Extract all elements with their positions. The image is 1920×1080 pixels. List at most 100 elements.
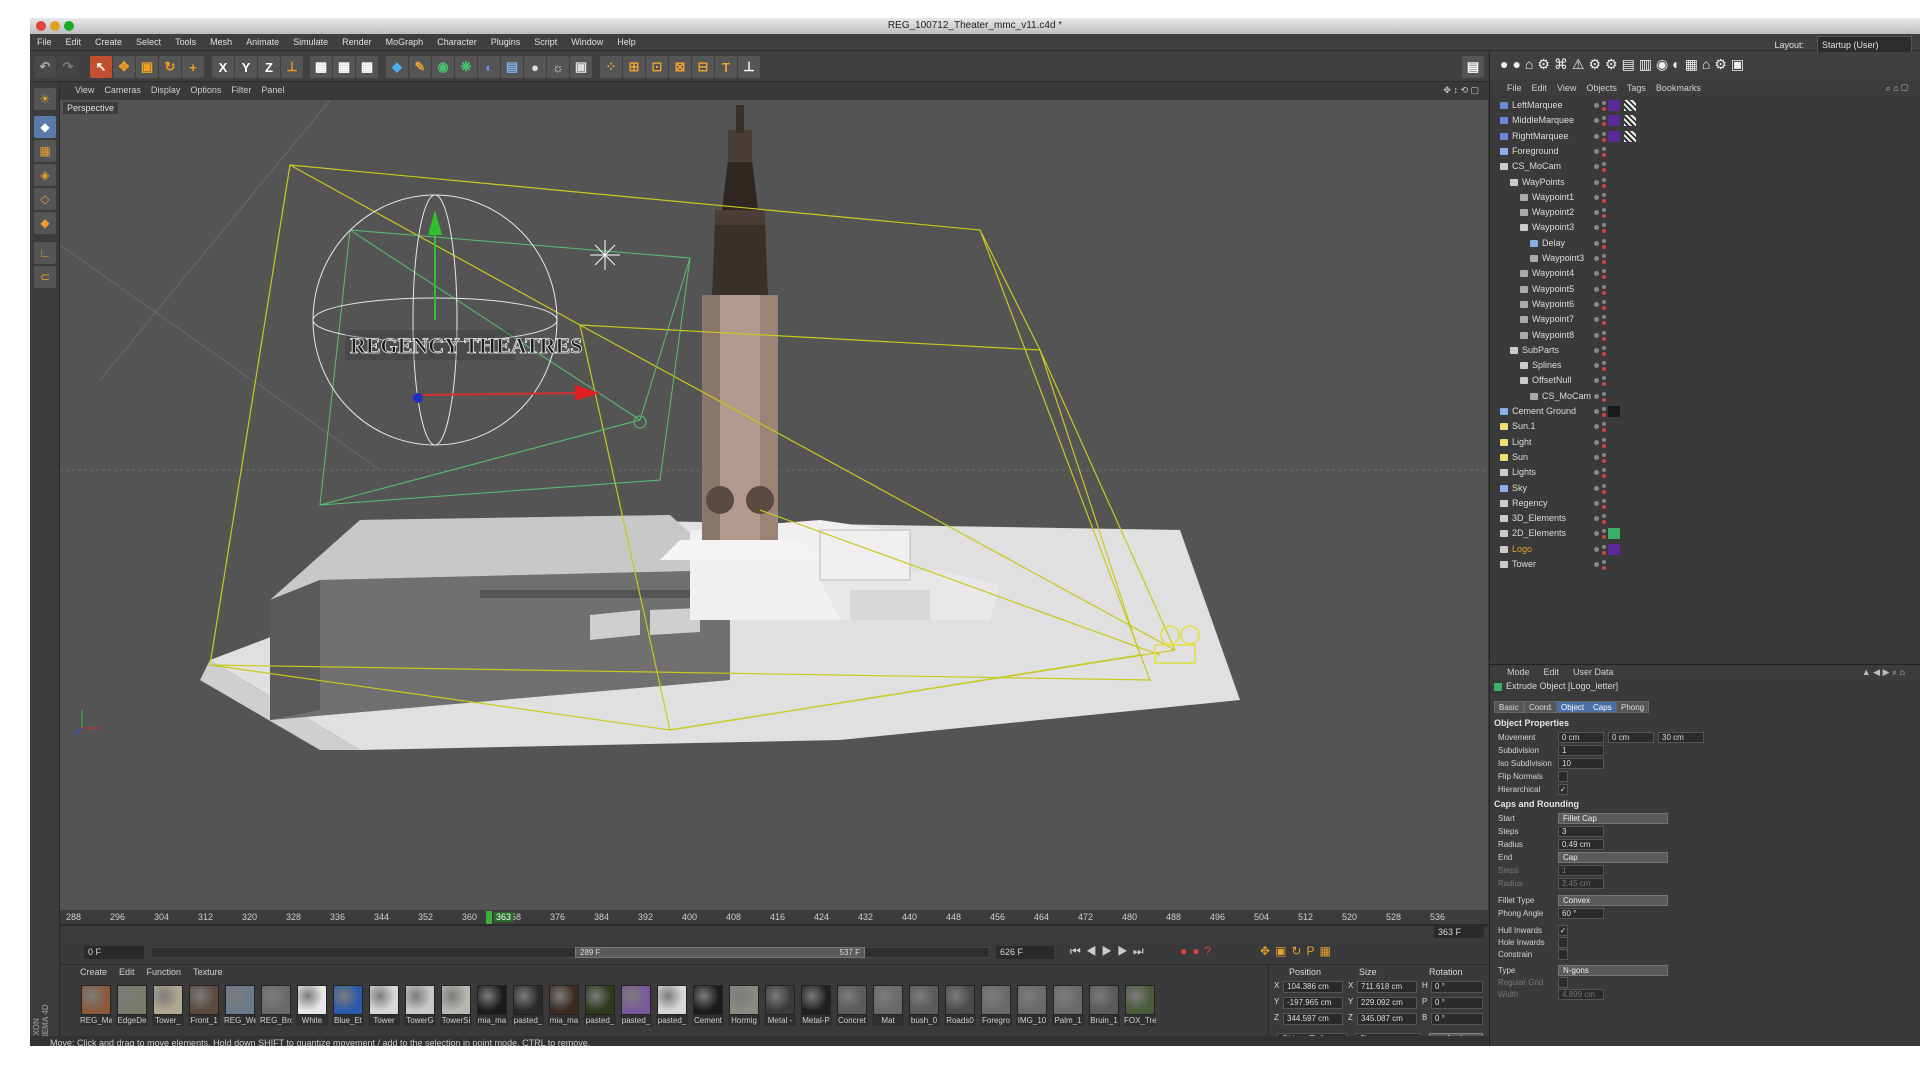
layer-dot[interactable]	[1594, 301, 1599, 307]
editor-visibility-dot[interactable]	[1602, 177, 1606, 182]
iso-subdivision-field[interactable]: 10	[1558, 758, 1604, 769]
editor-visibility-dot[interactable]	[1602, 544, 1606, 549]
render-visibility-dot[interactable]	[1602, 550, 1606, 555]
deformer-icon[interactable]: ◐	[478, 56, 500, 78]
layer-dot[interactable]	[1594, 546, 1599, 552]
render-visibility-dot[interactable]	[1602, 198, 1606, 203]
obj-menu-view[interactable]: View	[1552, 80, 1581, 96]
size-field[interactable]: 229.092 cm	[1357, 997, 1417, 1009]
workplane-icon[interactable]: ∟	[34, 242, 56, 264]
material-tag-icon[interactable]	[1608, 543, 1620, 555]
obj-menu-file[interactable]: File	[1502, 80, 1527, 96]
object-row[interactable]: Sky	[1490, 481, 1920, 496]
live-selection-icon[interactable]: ↖	[90, 56, 112, 78]
object-name[interactable]: Logo	[1512, 542, 1532, 557]
viewport-menu-options[interactable]: Options	[185, 82, 226, 98]
editor-visibility-dot[interactable]	[1602, 361, 1606, 366]
object-row[interactable]: Waypoint6	[1490, 297, 1920, 312]
render-view-icon[interactable]: ▦	[310, 56, 332, 78]
current-frame-field[interactable]: 363 F	[1434, 926, 1484, 938]
render-visibility-dot[interactable]	[1602, 566, 1606, 570]
object-row[interactable]: LeftMarquee	[1490, 98, 1920, 113]
camera-icon[interactable]: ●	[524, 56, 546, 78]
layer-dot[interactable]	[1594, 562, 1599, 567]
editor-visibility-dot[interactable]	[1602, 498, 1606, 503]
move-tool-icon[interactable]: ✥	[113, 56, 135, 78]
regular-grid-checkbox[interactable]	[1558, 977, 1568, 988]
layer-dot[interactable]	[1594, 286, 1599, 292]
editor-visibility-dot[interactable]	[1602, 223, 1606, 228]
render-visibility-dot[interactable]	[1602, 244, 1606, 249]
layer-dot[interactable]	[1594, 225, 1599, 231]
object-name[interactable]: Light	[1512, 435, 1532, 450]
editor-visibility-dot[interactable]	[1602, 254, 1606, 258]
constrain-checkbox[interactable]	[1558, 949, 1568, 960]
material-swatch[interactable]: Metal -	[764, 985, 796, 1033]
rotation-field[interactable]: 0 °	[1431, 1013, 1483, 1025]
material-swatch[interactable]: Bruin_1	[1088, 985, 1120, 1033]
material-swatch[interactable]: Concret	[836, 985, 868, 1033]
object-name[interactable]: Cement Ground	[1512, 404, 1576, 419]
object-row[interactable]: 3D_Elements	[1490, 511, 1920, 526]
material-swatch[interactable]: Palm_1	[1052, 985, 1084, 1033]
render-visibility-dot[interactable]	[1602, 214, 1606, 219]
picture-icon[interactable]: ▣	[570, 56, 592, 78]
object-row[interactable]: MiddleMarquee	[1490, 113, 1920, 128]
close-window-button[interactable]	[36, 21, 46, 31]
subdivision-field[interactable]: 1	[1558, 745, 1604, 756]
edges-icon[interactable]: ◇	[34, 188, 56, 210]
render-visibility-dot[interactable]	[1602, 183, 1606, 188]
object-name[interactable]: Sun	[1512, 450, 1528, 465]
tab-basic[interactable]: Basic	[1494, 701, 1524, 713]
layer-dot[interactable]	[1594, 409, 1599, 414]
object-name[interactable]: 3D_Elements	[1512, 511, 1566, 526]
playhead-marker[interactable]	[486, 911, 492, 924]
record-keys-buttons[interactable]: ●●?	[1180, 944, 1216, 958]
menu-tools[interactable]: Tools	[168, 34, 203, 51]
layer-dot[interactable]	[1594, 256, 1599, 261]
editor-visibility-dot[interactable]	[1602, 560, 1606, 564]
menu-character[interactable]: Character	[430, 34, 484, 51]
editor-visibility-dot[interactable]	[1602, 192, 1606, 197]
viewport-menu-panel[interactable]: Panel	[256, 82, 289, 98]
render-visibility-dot[interactable]	[1602, 122, 1606, 127]
menu-render[interactable]: Render	[335, 34, 379, 51]
texture-axis-icon[interactable]: ▦	[34, 140, 56, 162]
material-swatch[interactable]: FOX_Tre	[1124, 985, 1156, 1033]
layer-dot[interactable]	[1594, 470, 1599, 476]
polygons-icon[interactable]: ◆	[34, 212, 56, 234]
object-row[interactable]: Waypoint8	[1490, 328, 1920, 343]
texture-mode-icon[interactable]: ⊟	[692, 56, 714, 78]
flip-normals-checkbox[interactable]	[1558, 771, 1568, 782]
object-name[interactable]: Sun.1	[1512, 419, 1536, 434]
render-visibility-dot[interactable]	[1602, 168, 1606, 173]
hole-inwards-checkbox[interactable]	[1558, 937, 1568, 948]
key-mode-buttons[interactable]: ✥▣↻P▦	[1260, 944, 1336, 958]
render-visibility-dot[interactable]	[1602, 290, 1606, 295]
editor-visibility-dot[interactable]	[1602, 208, 1606, 213]
rotate-tool-icon[interactable]: ↻	[159, 56, 181, 78]
y-axis-lock-button[interactable]: Y	[235, 56, 257, 78]
object-name[interactable]: Waypoint4	[1532, 266, 1574, 281]
object-row[interactable]: Cement Ground	[1490, 404, 1920, 419]
size-field[interactable]: 345.087 cm	[1357, 1013, 1417, 1025]
script-manager-icon[interactable]: ▤	[1462, 56, 1484, 78]
movement-y-field[interactable]: 0 cm	[1608, 732, 1654, 743]
render-visibility-dot[interactable]	[1602, 260, 1606, 264]
start-dropdown[interactable]: Fillet Cap	[1558, 813, 1668, 824]
viewport-menu-cameras[interactable]: Cameras	[99, 82, 146, 98]
object-name[interactable]: CS_MoCam	[1512, 159, 1561, 174]
object-row[interactable]: Light	[1490, 435, 1920, 450]
menu-edit[interactable]: Edit	[59, 34, 89, 51]
material-swatch[interactable]: Tower	[368, 985, 400, 1033]
menu-file[interactable]: File	[30, 34, 59, 51]
editor-visibility-dot[interactable]	[1602, 345, 1606, 350]
material-menu-create[interactable]: Create	[74, 965, 113, 979]
object-row[interactable]: OffsetNull	[1490, 373, 1920, 388]
transport-controls[interactable]: ⏮◀▶▶⏭	[1070, 944, 1149, 959]
type-dropdown[interactable]: N-gons	[1558, 965, 1668, 976]
texture-tag-icon[interactable]	[1624, 115, 1636, 127]
render-visibility-dot[interactable]	[1602, 413, 1606, 417]
undo-icon[interactable]: ↶	[34, 56, 56, 78]
menu-animate[interactable]: Animate	[239, 34, 286, 51]
